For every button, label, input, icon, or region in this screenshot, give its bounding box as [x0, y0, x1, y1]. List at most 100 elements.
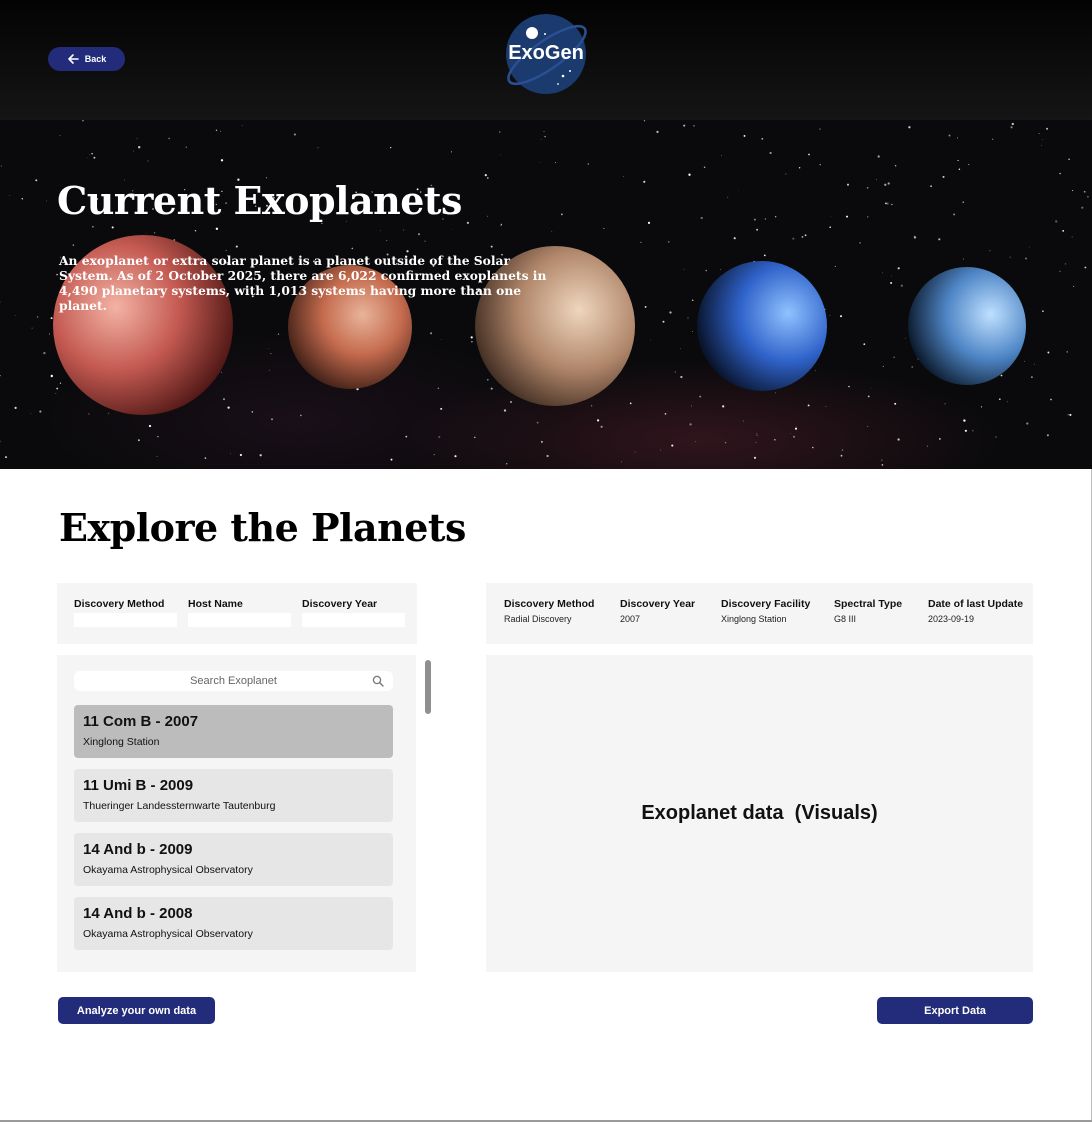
star	[801, 235, 804, 238]
star	[484, 173, 487, 177]
list-item[interactable]: 14 And b - 2009 Okayama Astrophysical Ob…	[74, 833, 393, 886]
star	[486, 177, 489, 179]
star	[662, 320, 665, 323]
exogen-logo[interactable]: ExoGen	[503, 13, 591, 95]
star	[454, 455, 457, 458]
star	[764, 218, 767, 220]
filter-panel: Discovery Method Host Name Discovery Yea…	[57, 583, 417, 644]
back-button[interactable]: Back	[48, 47, 125, 71]
star	[825, 406, 827, 407]
star	[270, 418, 274, 421]
star	[913, 236, 917, 239]
star	[147, 160, 149, 162]
star	[904, 337, 906, 339]
star	[890, 275, 892, 277]
star	[884, 183, 887, 186]
star	[487, 215, 488, 217]
star	[834, 265, 836, 267]
export-data-button[interactable]: Export Data	[877, 997, 1033, 1024]
star	[887, 182, 890, 185]
star	[220, 159, 224, 162]
star	[50, 317, 53, 320]
list-item[interactable]: 11 Com B - 2007 Xinglong Station	[74, 705, 393, 758]
star	[0, 440, 1, 442]
star	[590, 405, 593, 407]
star	[587, 163, 590, 165]
star	[204, 457, 207, 459]
star	[680, 375, 683, 379]
list-item[interactable]: 11 Umi B - 2009 Thueringer Landessternwa…	[74, 769, 393, 822]
star	[845, 215, 849, 218]
star	[908, 126, 911, 129]
star	[991, 138, 994, 140]
star	[156, 456, 158, 457]
star	[1068, 158, 1070, 161]
star	[667, 241, 670, 243]
star	[756, 432, 758, 434]
list-item[interactable]: 14 And b - 2008 Okayama Astrophysical Ob…	[74, 897, 393, 950]
star	[629, 402, 632, 405]
list-scrollbar[interactable]	[425, 660, 431, 714]
star	[995, 436, 997, 438]
star	[89, 154, 90, 156]
star	[380, 229, 381, 231]
star	[848, 385, 850, 388]
star	[989, 249, 991, 252]
star	[774, 438, 776, 441]
star	[1084, 266, 1087, 269]
star	[561, 213, 563, 216]
star	[882, 272, 883, 274]
filter-discovery-year: Discovery Year	[302, 598, 405, 627]
star	[239, 453, 242, 457]
star	[277, 333, 280, 335]
star	[59, 382, 62, 384]
star	[953, 213, 956, 216]
hero-title: Current Exoplanets	[57, 178, 462, 223]
star	[39, 410, 42, 413]
star	[956, 137, 959, 139]
star	[251, 411, 253, 413]
star	[145, 232, 147, 234]
star	[0, 165, 3, 167]
search-input[interactable]: Search Exoplanet	[74, 671, 393, 691]
star	[830, 215, 832, 217]
detail-discovery-year: Discovery Year 2007	[620, 598, 695, 624]
star	[808, 153, 810, 156]
star	[792, 435, 796, 438]
star	[55, 393, 57, 394]
star	[650, 339, 652, 341]
filter-label: Discovery Method	[74, 598, 165, 610]
star	[406, 250, 409, 253]
star	[963, 419, 966, 422]
planet-name: 11 Umi B - 2009	[83, 777, 194, 794]
detail-spectral-type: Spectral Type G8 III	[834, 598, 902, 624]
star	[695, 441, 696, 443]
star	[1072, 190, 1074, 192]
star	[1055, 220, 1058, 223]
detail-value: 2023-09-19	[928, 614, 975, 624]
star	[215, 227, 219, 230]
star	[405, 435, 408, 438]
star	[1034, 363, 1035, 365]
planet-4	[697, 261, 827, 391]
visuals-placeholder: Exoplanet data (Visuals)	[641, 802, 878, 824]
discovery-method-input[interactable]	[74, 613, 177, 627]
host-name-input[interactable]	[188, 613, 291, 627]
star	[753, 456, 757, 459]
star	[1024, 360, 1026, 362]
discovery-year-input[interactable]	[302, 613, 405, 627]
star	[168, 137, 170, 140]
detail-last-update: Date of last Update 2023-09-19	[928, 598, 1023, 624]
star	[268, 348, 269, 350]
hero-banner: Current Exoplanets An exoplanet or extra…	[0, 120, 1092, 469]
star	[738, 189, 739, 191]
star	[691, 299, 694, 301]
star	[811, 446, 814, 449]
star	[829, 315, 831, 317]
planet-facility: Xinglong Station	[83, 736, 160, 748]
star	[926, 445, 929, 447]
analyze-data-button[interactable]: Analyze your own data	[58, 997, 215, 1024]
detail-discovery-facility: Discovery Facility Xinglong Station	[721, 598, 810, 624]
star	[230, 453, 232, 455]
search-icon[interactable]	[372, 675, 384, 687]
